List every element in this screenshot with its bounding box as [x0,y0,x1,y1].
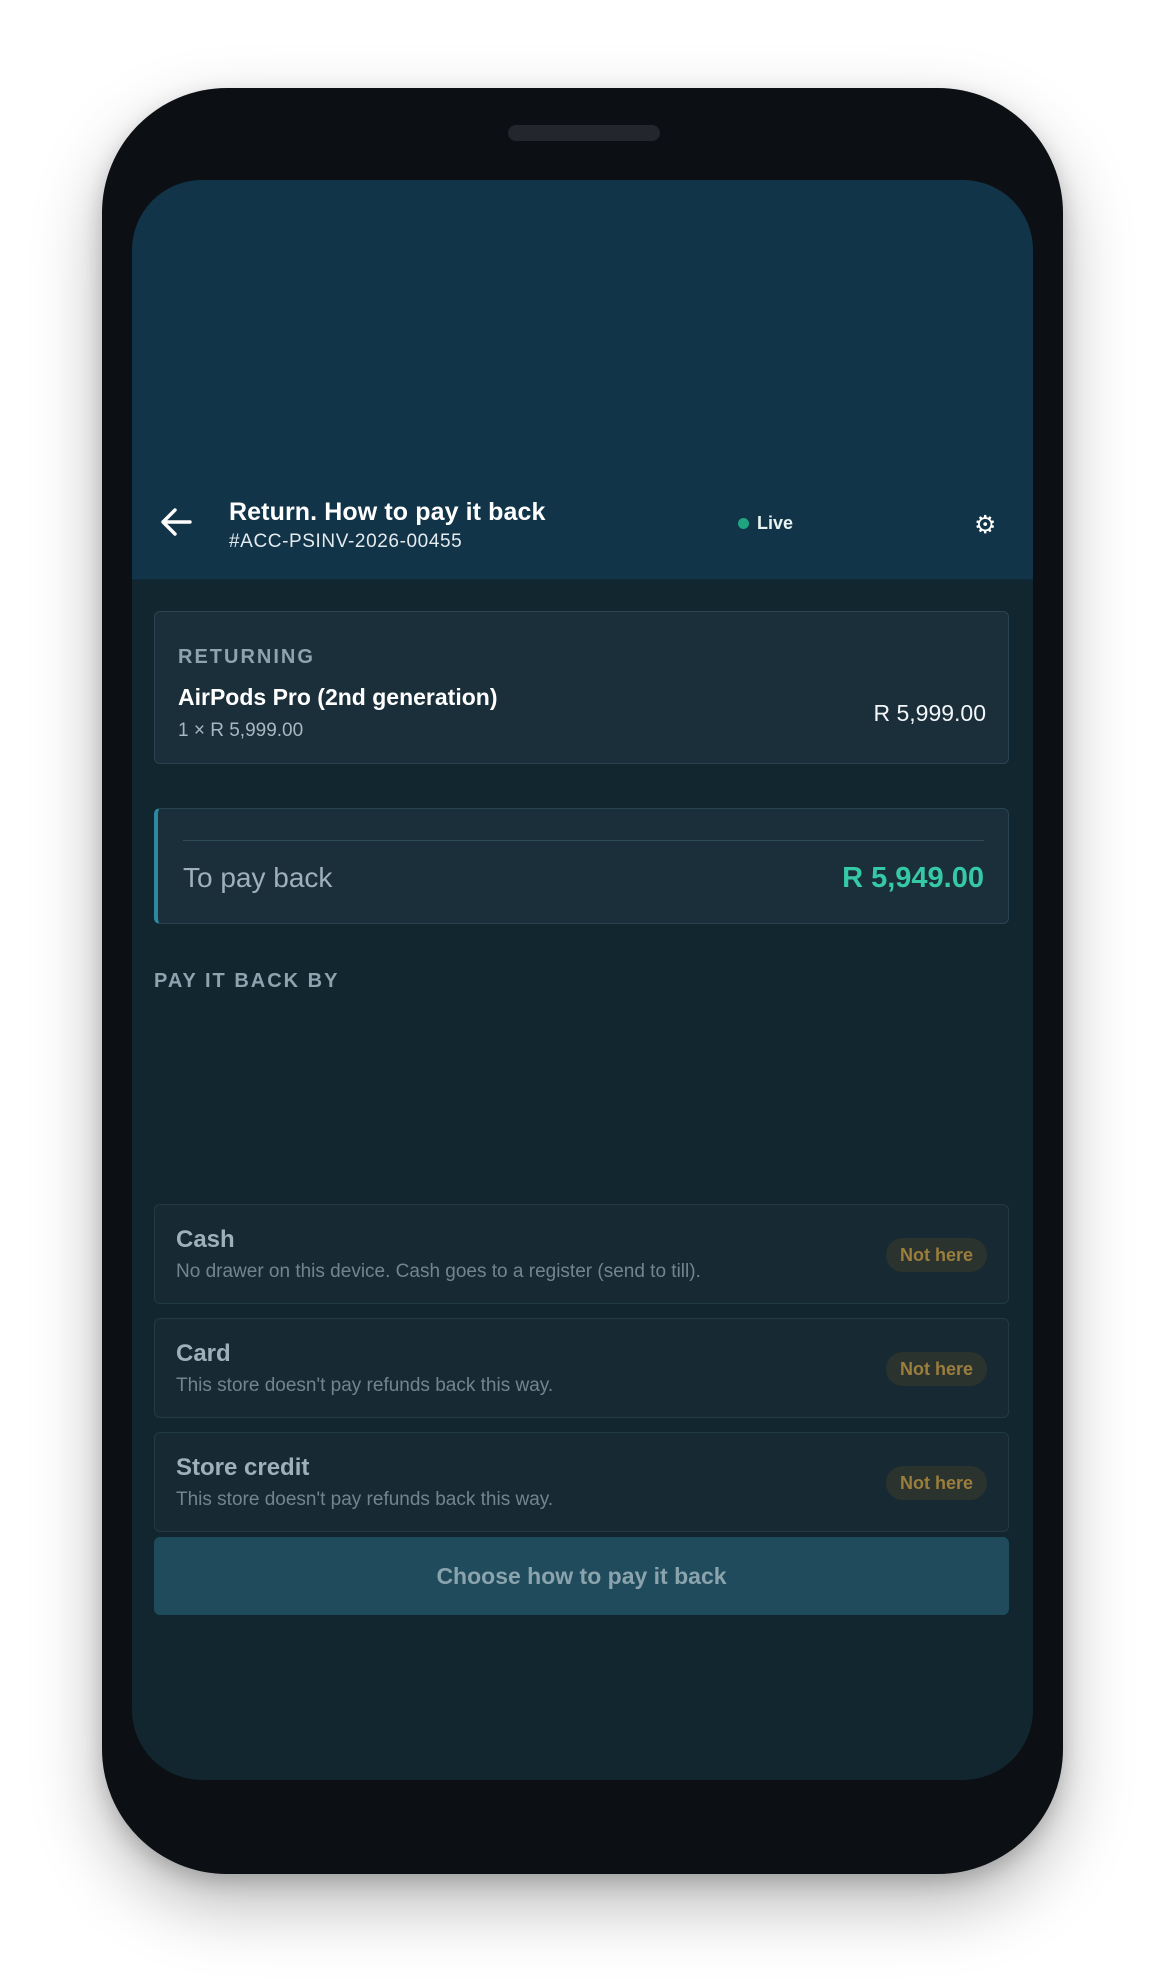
back-button[interactable] [156,502,196,542]
method-title: Store credit [176,1454,310,1481]
method-description: No drawer on this device. Cash goes to a… [176,1261,701,1282]
method-cash[interactable]: Cash No drawer on this device. Cash goes… [154,1204,1009,1304]
returning-quantity: 1 × R 5,999.00 [178,720,304,741]
pay-back-amount: R 5,949.00 [842,862,984,894]
method-store-credit[interactable]: Store credit This store doesn't pay refu… [154,1432,1009,1532]
summary-divider [183,840,984,841]
live-status: Live [738,513,793,534]
invoice-reference: #ACC-PSINV-2026-00455 [229,531,463,552]
phone-frame: Return. How to pay it back #ACC-PSINV-20… [102,88,1063,1874]
pay-back-label: To pay back [183,862,333,893]
choose-payback-button[interactable]: Choose how to pay it back [154,1537,1009,1615]
methods-heading: PAY IT BACK BY [154,970,340,992]
method-title: Cash [176,1226,235,1253]
returning-product-name: AirPods Pro (2nd generation) [178,684,498,710]
not-available-badge: Not here [885,1352,987,1386]
returning-amount: R 5,999.00 [873,700,986,726]
method-description: This store doesn't pay refunds back this… [176,1489,554,1510]
settings-gear-icon[interactable]: ⚙ [974,513,996,538]
returning-card: RETURNING AirPods Pro (2nd generation) 1… [154,611,1009,764]
pay-back-summary: To pay back R 5,949.00 [154,808,1009,924]
not-available-badge: Not here [885,1238,987,1272]
app-header: Return. How to pay it back #ACC-PSINV-20… [132,180,1033,580]
method-card[interactable]: Card This store doesn't pay refunds back… [154,1318,1009,1418]
app-screen: Return. How to pay it back #ACC-PSINV-20… [132,180,1033,1780]
live-status-label: Live [757,513,794,533]
not-available-badge: Not here [885,1466,987,1500]
page-title: Return. How to pay it back [229,498,546,526]
phone-speaker [508,125,660,141]
live-dot-icon [738,518,749,529]
back-arrow-icon [161,508,192,536]
method-title: Card [176,1340,231,1367]
method-description: This store doesn't pay refunds back this… [176,1375,554,1396]
returning-label: RETURNING [178,646,315,668]
